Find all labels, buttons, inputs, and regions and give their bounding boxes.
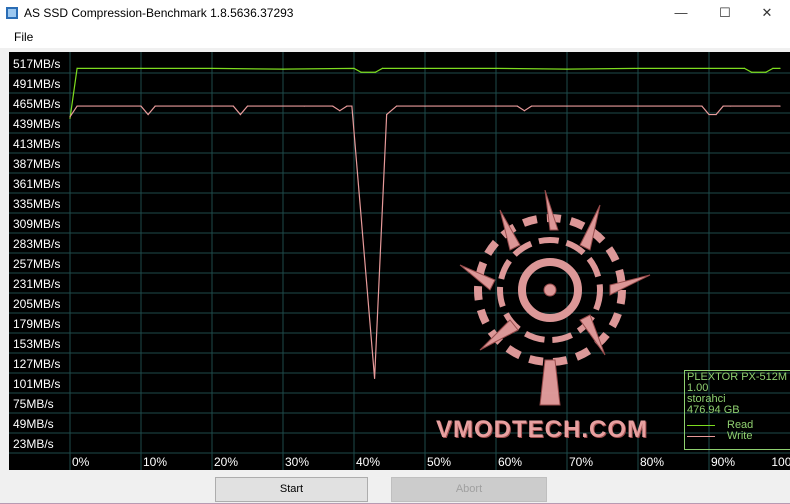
data-point-write <box>69 116 71 118</box>
data-point-write <box>373 377 376 379</box>
y-tick-label: 283MB/s <box>13 237 60 251</box>
maximize-button[interactable]: ☐ <box>702 0 748 26</box>
watermark-text: VMODTECH.COM <box>436 416 648 443</box>
chart-plot: 517MB/s 491MB/s 465MB/s 439MB/s 413MB/s 387MB… <box>9 52 790 470</box>
y-tick-label: 361MB/s <box>13 177 60 191</box>
data-point-write <box>701 105 703 107</box>
data-point-read <box>140 67 142 69</box>
data-point-read <box>211 67 213 69</box>
y-tick-label: 465MB/s <box>13 97 60 111</box>
x-tick-label: 70% <box>569 455 593 469</box>
y-tick-label: 517MB/s <box>13 57 60 71</box>
legend-write-swatch <box>687 436 715 437</box>
y-tick-label: 75MB/s <box>13 397 54 411</box>
abort-button[interactable]: Abort <box>391 477 547 502</box>
x-tick-label: 90% <box>711 455 735 469</box>
y-tick-label: 127MB/s <box>13 357 60 371</box>
data-point-write <box>516 105 518 107</box>
y-tick-label: 413MB/s <box>13 137 60 151</box>
data-point-read <box>708 67 710 69</box>
data-point-write <box>637 105 639 107</box>
data-point-read <box>282 68 284 70</box>
x-tick-label: 20% <box>214 455 238 469</box>
y-tick-label: 231MB/s <box>13 277 60 291</box>
data-point-read <box>751 71 753 73</box>
data-point-read <box>360 71 362 73</box>
close-button[interactable]: ✕ <box>744 0 790 26</box>
y-tick-label: 387MB/s <box>13 157 60 171</box>
legend-write-label: Write <box>727 430 753 442</box>
x-tick-label: 10% <box>143 455 167 469</box>
title-bar: AS SSD Compression-Benchmark 1.8.5636.37… <box>0 0 790 26</box>
data-point-write <box>708 113 710 116</box>
minimize-button[interactable]: — <box>658 0 704 26</box>
data-point-write <box>332 105 334 107</box>
data-point-write <box>339 110 341 112</box>
y-tick-label: 179MB/s <box>13 317 60 331</box>
data-point-read <box>566 68 568 70</box>
start-button[interactable]: Start <box>215 477 368 502</box>
data-point-write <box>154 105 156 107</box>
data-point-write <box>779 105 781 107</box>
data-point-write <box>495 105 497 107</box>
y-tick-label: 153MB/s <box>13 337 60 351</box>
y-tick-label: 439MB/s <box>13 117 60 131</box>
chart-legend: PLEXTOR PX-512M 1.00 storahci 476.94 GB … <box>684 370 790 450</box>
data-point-write <box>396 105 398 107</box>
data-point-read <box>743 67 746 69</box>
data-point-read <box>637 67 639 69</box>
data-point-read <box>76 67 78 69</box>
data-point-write <box>722 105 724 107</box>
data-point-write <box>566 105 568 107</box>
y-tick-label: 23MB/s <box>13 437 54 451</box>
data-point-read <box>381 67 383 69</box>
data-point-read <box>495 67 497 69</box>
data-point-write <box>729 105 731 107</box>
data-point-write <box>424 105 426 107</box>
data-point-write <box>147 113 149 116</box>
data-point-read <box>424 67 426 69</box>
x-tick-label: 30% <box>285 455 309 469</box>
window-title: AS SSD Compression-Benchmark 1.8.5636.37… <box>24 6 294 20</box>
y-tick-label: 205MB/s <box>13 297 60 311</box>
menu-bar: File <box>0 26 790 48</box>
x-tick-label: 0% <box>72 455 90 469</box>
data-point-write <box>246 105 249 107</box>
data-point-write <box>523 110 526 112</box>
data-point-write <box>232 105 234 107</box>
data-point-write <box>346 105 348 107</box>
legend-read-swatch <box>687 425 715 426</box>
y-tick-label: 335MB/s <box>13 197 60 211</box>
y-tick-label: 49MB/s <box>13 417 54 431</box>
x-tick-label: 50% <box>427 455 451 469</box>
data-point-write <box>386 113 388 116</box>
data-point-read <box>374 71 376 73</box>
data-point-write <box>140 105 142 107</box>
y-tick-label: 491MB/s <box>13 77 60 91</box>
data-point-read <box>772 67 774 69</box>
vmodtech-logo <box>459 190 651 406</box>
x-tick-label: 60% <box>498 455 522 469</box>
data-point-write <box>715 113 717 116</box>
x-tick-label: 80% <box>640 455 664 469</box>
data-point-read <box>353 67 355 69</box>
legend-size: 476.94 GB <box>687 404 740 416</box>
menu-file[interactable]: File <box>14 30 33 44</box>
x-tick-label: 100% <box>771 455 790 469</box>
data-point-read <box>765 71 767 73</box>
y-tick-label: 101MB/s <box>13 377 60 391</box>
data-point-write <box>211 105 213 107</box>
data-point-write <box>530 105 533 107</box>
data-point-write <box>239 113 241 116</box>
y-tick-label: 309MB/s <box>13 217 60 231</box>
x-tick-label: 40% <box>356 455 380 469</box>
data-point-read <box>69 117 71 119</box>
data-point-read <box>779 67 781 69</box>
app-icon <box>6 7 18 19</box>
data-point-write <box>303 105 305 107</box>
y-tick-label: 257MB/s <box>13 257 60 271</box>
data-point-write <box>76 105 78 107</box>
benchmark-chart: 517MB/s 491MB/s 465MB/s 439MB/s 413MB/s 387MB… <box>9 52 790 470</box>
data-point-write <box>351 105 353 107</box>
